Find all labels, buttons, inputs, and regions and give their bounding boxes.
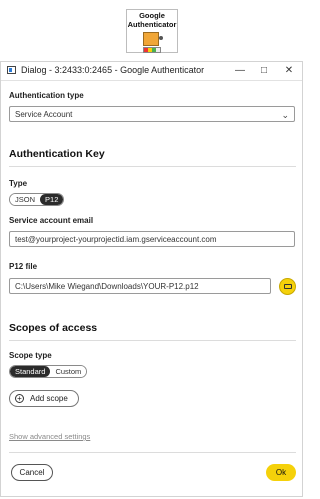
title-bar[interactable]: Dialog - 3:2433:0:2465 - Google Authenti… [1, 62, 302, 81]
scopes-section-title: Scopes of access [9, 322, 98, 334]
p12-file-label: P12 file [9, 262, 38, 271]
dialog-content: Authentication type Service Account ⌄ Au… [9, 82, 296, 492]
close-icon[interactable]: ✕ [282, 64, 296, 78]
chevron-down-icon: ⌄ [281, 110, 289, 120]
key-type-json[interactable]: JSON [10, 194, 41, 205]
email-label: Service account email [9, 216, 94, 225]
maximize-icon[interactable]: □ [257, 64, 271, 78]
node-status-indicator [143, 47, 161, 53]
scope-type-toggle: Standard Custom [9, 365, 88, 378]
p12-file-value: C:\Users\Mike Wiegand\Downloads\YOUR-P12… [15, 282, 199, 291]
scope-type-custom[interactable]: Custom [50, 366, 87, 377]
folder-icon [284, 284, 292, 289]
ok-button[interactable]: Ok [266, 464, 296, 481]
auth-key-section-title: Authentication Key [9, 148, 105, 160]
node-title: Google Authenticator [127, 11, 177, 29]
scope-type-standard[interactable]: Standard [10, 366, 51, 377]
dialog-window: Dialog - 3:2433:0:2465 - Google Authenti… [0, 61, 303, 497]
google-authenticator-node[interactable]: Google Authenticator [126, 9, 178, 53]
add-scope-label: Add scope [30, 394, 68, 403]
auth-type-dropdown[interactable]: Service Account ⌄ [9, 106, 295, 122]
type-label: Type [9, 179, 28, 188]
node-icon [143, 32, 159, 46]
key-type-p12[interactable]: P12 [40, 194, 64, 205]
window-title: Dialog - 3:2433:0:2465 - Google Authenti… [21, 65, 205, 75]
node-title-line1: Google [139, 11, 165, 20]
plus-icon: + [15, 394, 24, 403]
node-output-port[interactable] [159, 36, 163, 40]
service-account-email-input[interactable]: test@yourproject-yourprojectid.iam.gserv… [9, 231, 295, 247]
key-type-toggle: JSON P12 [9, 193, 65, 206]
section-divider [9, 340, 296, 341]
auth-type-label: Authentication type [9, 91, 84, 100]
status-green-light [152, 48, 156, 52]
add-scope-button[interactable]: + Add scope [9, 390, 79, 407]
section-divider [9, 166, 296, 167]
footer-divider [9, 452, 296, 453]
show-advanced-settings-link[interactable]: Show advanced settings [9, 432, 90, 441]
cancel-button[interactable]: Cancel [11, 464, 53, 481]
p12-file-input[interactable]: C:\Users\Mike Wiegand\Downloads\YOUR-P12… [9, 278, 271, 294]
auth-type-value: Service Account [15, 110, 73, 119]
email-value: test@yourproject-yourprojectid.iam.gserv… [15, 235, 217, 244]
browse-folder-button[interactable] [279, 278, 296, 295]
minimize-icon[interactable]: — [233, 64, 247, 78]
app-window-icon [7, 66, 16, 74]
scope-type-label: Scope type [9, 351, 52, 360]
node-title-line2: Authenticator [127, 20, 177, 29]
